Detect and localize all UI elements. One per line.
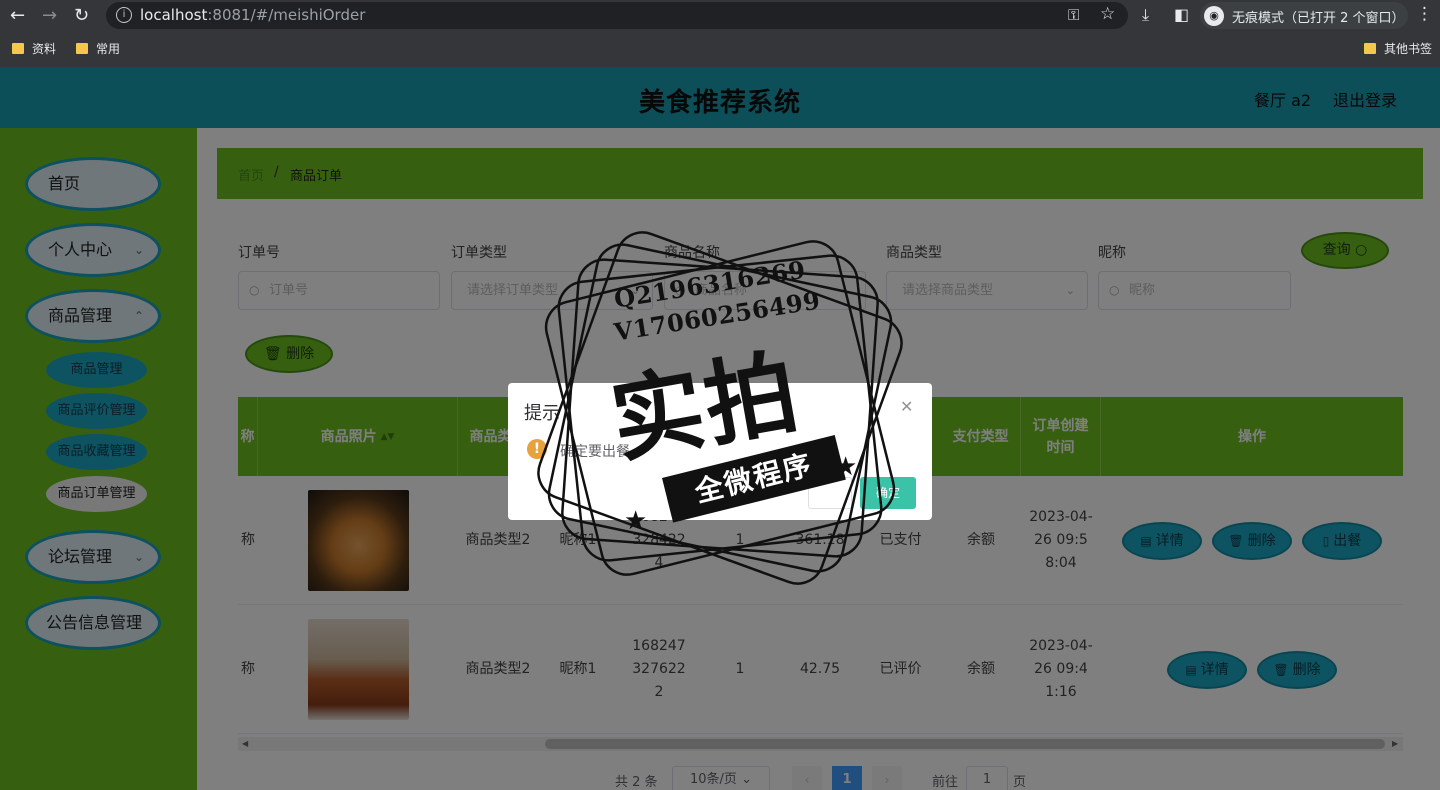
reload-icon[interactable]: ↻ [74,4,89,28]
folder-icon [12,43,24,54]
sidepanel-icon[interactable]: ◧ [1174,5,1189,24]
key-icon[interactable]: ⚿ [1068,6,1079,24]
menu-icon[interactable]: ⋮ [1416,4,1433,24]
bookmark-folder[interactable]: 常用 [76,40,120,58]
folder-icon [76,43,88,54]
star-icon: ★ [624,506,648,536]
incognito-label: 无痕模式（已打开 2 个窗口） [1232,11,1405,26]
back-icon[interactable]: ← [10,4,25,28]
star-icon[interactable]: ☆ [1100,4,1115,24]
folder-icon [1364,43,1376,54]
incognito-badge[interactable]: ◉ 无痕模式（已打开 2 个窗口） [1200,2,1408,29]
bookmark-folder[interactable]: 资料 [12,40,56,58]
other-bookmarks[interactable]: 其他书签 [1364,40,1432,58]
download-icon[interactable]: ⤓ [1142,5,1149,25]
address-bar[interactable]: i localhost:8081/#/meishiOrder ⚿ ☆ [106,2,1128,29]
incognito-icon: ◉ [1204,6,1224,26]
browser-chrome: ← → ↻ i localhost:8081/#/meishiOrder ⚿ ☆… [0,0,1440,67]
url-text: localhost:8081/#/meishiOrder [140,6,366,24]
info-icon[interactable]: i [116,7,132,23]
forward-icon[interactable]: → [42,4,57,28]
star-icon: ★ [834,452,858,482]
